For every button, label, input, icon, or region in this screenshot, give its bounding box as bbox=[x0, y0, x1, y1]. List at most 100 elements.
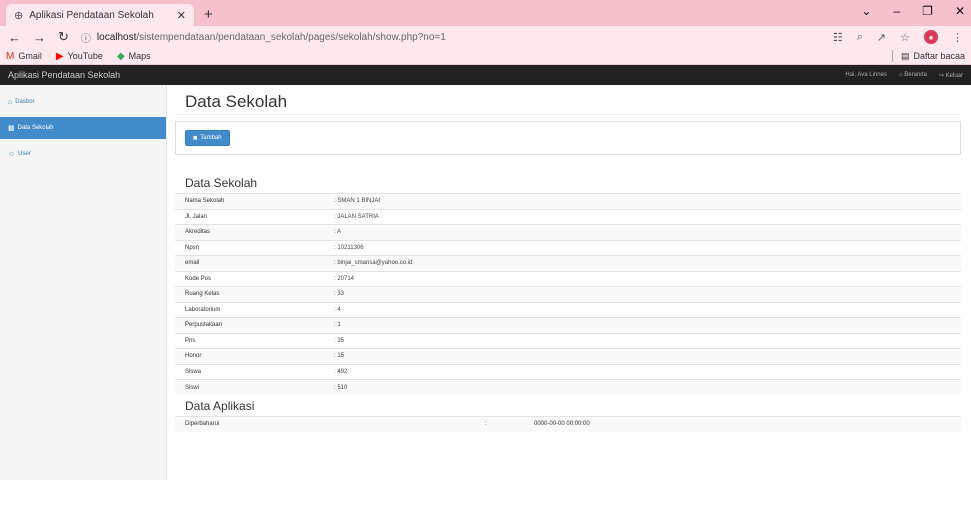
detail-table: Nama Sekolah: SMAN 1 BINJAI Jl. Jalan: JA… bbox=[175, 193, 961, 395]
bookmark-label: Gmail bbox=[18, 51, 42, 61]
detail-table-body: Nama Sekolah: SMAN 1 BINJAI Jl. Jalan: JA… bbox=[175, 193, 961, 395]
table-row: Perpustakaan: 1 bbox=[175, 317, 961, 333]
app-nav: Hai, Ava Linnes ⌂ Beranda ↪ Keluar bbox=[845, 72, 963, 79]
sidebar: ⌂ Dasbor ▦ Data Sekolah ☺ User bbox=[0, 85, 167, 480]
reading-list-label: Daftar bacaa bbox=[913, 51, 965, 61]
row-value: : JALAN SATRIA bbox=[324, 208, 961, 225]
menu-icon[interactable]: ⋮ bbox=[952, 31, 963, 44]
add-button-label: Tambah bbox=[200, 135, 222, 141]
action-panel: ■ Tambah bbox=[175, 121, 961, 155]
row-key: Akreditas bbox=[175, 224, 324, 240]
address-bar[interactable]: ⓘ localhost/sistempendataan/pendataan_se… bbox=[80, 28, 833, 46]
row-key: Honor bbox=[175, 348, 324, 364]
reading-list[interactable]: ▤ Daftar bacaa bbox=[891, 50, 965, 62]
new-tab-button[interactable]: + bbox=[204, 6, 213, 23]
close-window-button[interactable]: ✕ bbox=[955, 4, 965, 18]
sidebar-item-user[interactable]: ☺ User bbox=[0, 143, 166, 165]
divider bbox=[891, 50, 893, 62]
nav-beranda-label: Beranda bbox=[904, 72, 927, 78]
app-header: Aplikasi Pendataan Sekolah Hai, Ava Linn… bbox=[0, 65, 971, 85]
forward-button[interactable]: → bbox=[33, 30, 46, 45]
gmail-icon: M bbox=[6, 50, 15, 62]
detail-section-title: Data Sekolah bbox=[185, 176, 258, 190]
row-value: 0000-00-00 00:00:00 bbox=[524, 416, 961, 432]
row-value: : 10211306 bbox=[324, 239, 961, 256]
row-key: Siswi bbox=[175, 379, 324, 395]
chevron-down-icon[interactable]: ⌄ bbox=[861, 4, 871, 18]
sidebar-item-data-sekolah[interactable]: ▦ Data Sekolah bbox=[0, 117, 166, 139]
app-brand[interactable]: Aplikasi Pendataan Sekolah bbox=[8, 70, 120, 80]
table-row: Ruang Kelas: 33 bbox=[175, 286, 961, 302]
table-row: Diperbaharui:0000-00-00 00:00:00 bbox=[175, 416, 961, 432]
sidebar-item-label: Dasbor bbox=[15, 99, 35, 105]
maximize-button[interactable]: ❐ bbox=[922, 4, 933, 18]
row-key: Ruang Kelas bbox=[175, 286, 324, 302]
logout-icon: ↪ bbox=[938, 72, 946, 79]
row-value: : 15 bbox=[324, 348, 961, 364]
table-row: Npsn: 10211306 bbox=[175, 239, 961, 256]
share-icon[interactable]: ↗ bbox=[877, 31, 886, 44]
row-key: Npsn bbox=[175, 239, 324, 256]
sidebar-item-dasbor[interactable]: ⌂ Dasbor bbox=[0, 91, 166, 113]
browser-navbar: ← → ↻ ⓘ localhost/sistempendataan/pendat… bbox=[0, 26, 971, 48]
row-value: : 33 bbox=[324, 286, 961, 302]
sidebar-item-label: User bbox=[18, 151, 31, 157]
back-button[interactable]: ← bbox=[8, 30, 21, 45]
minimize-button[interactable]: – bbox=[893, 4, 900, 18]
maps-icon: ◆ bbox=[116, 50, 125, 62]
main-content: Data Sekolah ■ Tambah Data Sekolah Nama … bbox=[167, 85, 971, 480]
row-key: Kode Pos bbox=[175, 270, 324, 287]
app-table: Diperbaharui:0000-00-00 00:00:00 bbox=[175, 416, 961, 432]
row-key: Siswa bbox=[175, 363, 324, 380]
row-key: Laboratorium bbox=[175, 301, 324, 318]
home-icon: ⌂ bbox=[8, 98, 13, 106]
table-row: email: binjai_smansa@yahoo.co.id bbox=[175, 255, 961, 271]
table-row: Kode Pos: 20714 bbox=[175, 270, 961, 287]
row-value: : SMAN 1 BINJAI bbox=[324, 193, 961, 209]
table-row: Siswa: 492 bbox=[175, 363, 961, 380]
globe-icon: ⊕ bbox=[14, 9, 24, 22]
app-section-title: Data Aplikasi bbox=[185, 399, 255, 413]
bookmarks-bar: M Gmail ▶ YouTube ◆ Maps ▤ Daftar bacaa bbox=[0, 48, 971, 65]
youtube-icon: ▶ bbox=[55, 50, 64, 62]
bookmark-gmail[interactable]: M Gmail bbox=[6, 51, 42, 62]
table-row: Honor: 15 bbox=[175, 348, 961, 364]
browser-tabbar: ⊕ Aplikasi Pendataan Sekolah ✕ + ⌄ – ❐ ✕ bbox=[0, 0, 971, 26]
row-value: : 20714 bbox=[324, 270, 961, 287]
row-value: : 492 bbox=[324, 363, 961, 380]
add-button[interactable]: ■ Tambah bbox=[185, 130, 230, 146]
row-value: : 510 bbox=[324, 379, 961, 395]
browser-actions: ☷ ⌕ ↗ ☆ ● ⋮ bbox=[833, 30, 963, 44]
user-greeting: Hai, Ava Linnes bbox=[845, 72, 887, 78]
translate-icon[interactable]: ☷ bbox=[833, 31, 843, 44]
nav-keluar[interactable]: ↪ Keluar bbox=[939, 72, 963, 79]
browser-tab[interactable]: ⊕ Aplikasi Pendataan Sekolah ✕ bbox=[6, 4, 194, 26]
table-row: Jl. Jalan: JALAN SATRIA bbox=[175, 208, 961, 225]
zoom-icon[interactable]: ⌕ bbox=[857, 31, 863, 44]
url-path: /sistempendataan/pendataan_sekolah/pages… bbox=[136, 31, 446, 43]
bookmark-label: Maps bbox=[128, 51, 151, 61]
row-value: : A bbox=[324, 224, 961, 240]
tab-title: Aplikasi Pendataan Sekolah bbox=[29, 9, 154, 21]
nav-beranda[interactable]: ⌂ Beranda bbox=[899, 72, 927, 78]
nav-keluar-label: Keluar bbox=[945, 72, 963, 79]
row-key: Pns bbox=[175, 332, 324, 349]
sidebar-item-label: Data Sekolah bbox=[17, 125, 54, 131]
table-row: Nama Sekolah: SMAN 1 BINJAI bbox=[175, 193, 961, 209]
bookmark-youtube[interactable]: ▶ YouTube bbox=[56, 51, 103, 62]
row-colon: : bbox=[475, 416, 524, 432]
file-icon: ■ bbox=[193, 134, 198, 142]
bookmark-star-icon[interactable]: ☆ bbox=[900, 31, 910, 44]
close-tab-icon[interactable]: ✕ bbox=[177, 9, 186, 22]
table-row: Pns: 35 bbox=[175, 332, 961, 349]
row-value: : 35 bbox=[324, 332, 961, 349]
row-value: : 1 bbox=[324, 317, 961, 333]
reload-button[interactable]: ↻ bbox=[58, 29, 69, 45]
bookmark-label: YouTube bbox=[67, 51, 103, 61]
table-row: Laboratorium: 4 bbox=[175, 301, 961, 318]
info-icon[interactable]: ⓘ bbox=[81, 30, 91, 45]
row-key: Perpustakaan bbox=[175, 317, 324, 333]
bookmark-maps[interactable]: ◆ Maps bbox=[117, 51, 151, 62]
profile-avatar[interactable]: ● bbox=[924, 30, 938, 44]
row-value: : 4 bbox=[324, 301, 961, 318]
